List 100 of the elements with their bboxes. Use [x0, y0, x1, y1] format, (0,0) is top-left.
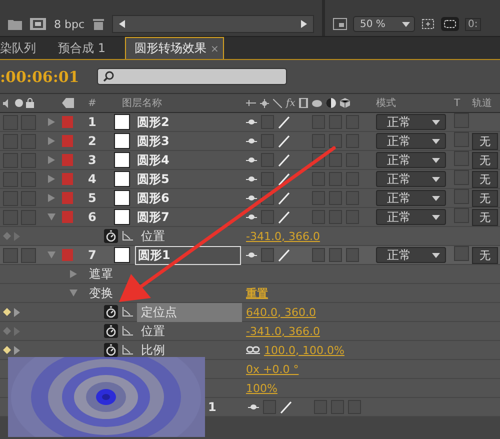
- horizontal-scrollbar[interactable]: [112, 15, 314, 33]
- track-matte-button[interactable]: 无: [472, 190, 498, 206]
- panel-tab[interactable]: 圆形转场效果 ×: [125, 37, 224, 59]
- preserve-transparency-toggle[interactable]: [454, 113, 469, 128]
- expand-triangle-icon[interactable]: [48, 118, 55, 126]
- visibility-toggle[interactable]: [3, 248, 18, 262]
- quality-slash-icon[interactable]: [278, 134, 290, 148]
- mode-dropdown[interactable]: 正常: [376, 247, 446, 263]
- switch-toggle[interactable]: [329, 134, 342, 148]
- mode-dropdown[interactable]: 正常: [376, 133, 446, 149]
- expand-triangle-icon[interactable]: [14, 346, 20, 354]
- track-matte-button[interactable]: 无: [472, 132, 498, 150]
- quality-slash-icon[interactable]: [278, 172, 290, 186]
- audio-toggle[interactable]: [21, 248, 36, 262]
- expand-triangle-icon[interactable]: [48, 194, 55, 202]
- graph-icon[interactable]: [122, 345, 133, 355]
- column-header[interactable]: 图层名称: [122, 96, 162, 110]
- property-group-name[interactable]: 变换: [89, 284, 113, 302]
- track-matte-button[interactable]: 无: [472, 246, 498, 264]
- switch-toggle[interactable]: [329, 153, 342, 167]
- label-color-swatch[interactable]: [62, 249, 73, 261]
- property-name[interactable]: 比例: [137, 340, 242, 360]
- keyframe-diamond-icon[interactable]: [3, 346, 11, 354]
- graph-icon[interactable]: [122, 326, 133, 336]
- expand-triangle-icon[interactable]: [70, 270, 77, 278]
- layer-row[interactable]: 7 圆形1 正常 无: [0, 246, 500, 265]
- track-matte-button[interactable]: 无: [472, 170, 498, 188]
- mask-toggle-icon[interactable]: [441, 17, 459, 31]
- layer-name[interactable]: 圆形4: [135, 152, 172, 168]
- film-icon[interactable]: [30, 18, 46, 30]
- timecode[interactable]: :00:06:01: [0, 68, 80, 86]
- panel-tab[interactable]: 染队列: [0, 38, 56, 59]
- quality-slash-icon[interactable]: [278, 248, 290, 262]
- quality-slash-icon[interactable]: [278, 192, 290, 204]
- switch-toggle[interactable]: [261, 248, 274, 262]
- region-icon[interactable]: [333, 18, 347, 30]
- mode-dropdown[interactable]: 正常: [376, 114, 446, 130]
- expand-triangle-icon[interactable]: [48, 214, 56, 220]
- stopwatch-icon[interactable]: [104, 229, 118, 243]
- quality-slash-icon[interactable]: [280, 400, 292, 414]
- property-name[interactable]: 位置: [137, 226, 242, 246]
- label-color-swatch[interactable]: [62, 154, 73, 166]
- quality-slash-icon[interactable]: [278, 154, 290, 166]
- preserve-transparency-toggle[interactable]: [454, 246, 469, 261]
- expand-triangle-icon[interactable]: [14, 326, 20, 336]
- mode-dropdown[interactable]: 正常: [376, 171, 446, 187]
- layer-row[interactable]: 5 圆形6 正常 无: [0, 189, 500, 208]
- mode-dropdown[interactable]: 正常: [376, 190, 446, 206]
- trash-icon[interactable]: [92, 18, 104, 30]
- keyframe-diamond-icon[interactable]: [3, 308, 11, 316]
- property-name[interactable]: 位置: [137, 322, 242, 340]
- layer-name[interactable]: 1: [208, 400, 216, 414]
- layer-row[interactable]: 6 圆形7 正常 无: [0, 208, 500, 227]
- search-field[interactable]: [97, 68, 288, 85]
- quality-slash-icon[interactable]: [278, 116, 290, 128]
- stopwatch-icon[interactable]: [104, 324, 118, 338]
- switch-toggle[interactable]: [346, 248, 359, 262]
- expand-triangle-icon[interactable]: [14, 232, 20, 240]
- visibility-toggle[interactable]: [3, 114, 18, 130]
- label-color-swatch[interactable]: [62, 135, 73, 147]
- expand-triangle-icon[interactable]: [70, 290, 78, 296]
- property-group-name[interactable]: 遮罩: [89, 266, 113, 282]
- graph-icon[interactable]: [122, 231, 133, 241]
- mode-dropdown[interactable]: 正常: [376, 152, 446, 168]
- layer-row[interactable]: 2 圆形3 正常 无: [0, 132, 500, 151]
- crop-icon[interactable]: [421, 18, 435, 30]
- stopwatch-icon[interactable]: [104, 305, 118, 319]
- time-field[interactable]: 0:: [465, 18, 481, 30]
- switch-toggle[interactable]: [261, 172, 274, 186]
- graph-icon[interactable]: [122, 307, 133, 317]
- bit-depth-label[interactable]: 8 bpc: [54, 18, 85, 30]
- label-color-swatch[interactable]: [62, 173, 73, 185]
- zoom-dropdown[interactable]: 50 %: [353, 16, 415, 32]
- layer-name[interactable]: 圆形2: [135, 114, 172, 130]
- expand-triangle-icon[interactable]: [14, 308, 20, 316]
- expand-triangle-icon[interactable]: [48, 252, 56, 258]
- track-matte-button[interactable]: 无: [472, 208, 498, 226]
- switch-toggle[interactable]: [312, 248, 325, 262]
- label-color-swatch[interactable]: [62, 211, 73, 223]
- layer-name[interactable]: 圆形6: [135, 190, 172, 206]
- layer-name[interactable]: 圆形3: [135, 132, 172, 150]
- layer-row[interactable]: 4 圆形5 正常 无: [0, 170, 500, 189]
- expand-triangle-icon[interactable]: [48, 156, 55, 164]
- link-icon[interactable]: [246, 346, 260, 354]
- stopwatch-icon[interactable]: [104, 343, 118, 357]
- label-color-swatch[interactable]: [62, 192, 73, 204]
- quality-slash-icon[interactable]: [278, 210, 290, 224]
- layer-row[interactable]: 1 圆形2 正常: [0, 113, 500, 132]
- scroll-right-icon[interactable]: [301, 20, 307, 28]
- layer-name[interactable]: 圆形7: [135, 208, 172, 226]
- switch-toggle[interactable]: [329, 248, 342, 262]
- track-matte-button[interactable]: 无: [472, 152, 498, 168]
- layer-name[interactable]: 圆形5: [135, 170, 172, 188]
- audio-toggle[interactable]: [21, 114, 36, 130]
- layer-row[interactable]: 3 圆形4 正常 无: [0, 151, 500, 170]
- expand-triangle-icon[interactable]: [48, 137, 55, 145]
- scroll-left-icon[interactable]: [118, 20, 125, 28]
- folder-icon[interactable]: [8, 18, 22, 30]
- expand-triangle-icon[interactable]: [48, 175, 55, 183]
- label-color-swatch[interactable]: [62, 116, 73, 128]
